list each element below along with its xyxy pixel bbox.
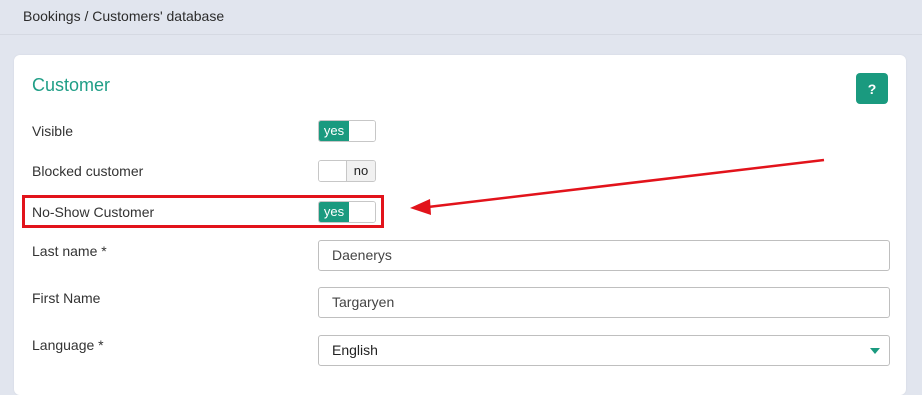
toggle-knob [349,202,375,222]
breadcrumb: Bookings / Customers' database [23,8,225,24]
visible-label: Visible [32,123,73,139]
chevron-down-icon [870,348,880,354]
language-label: Language * [32,337,104,353]
blocked-customer-toggle[interactable]: no [318,160,376,182]
no-show-customer-toggle-value: yes [319,202,349,222]
blocked-customer-toggle-value: no [346,161,375,181]
top-bar-divider [0,34,922,35]
last-name-label: Last name * [32,243,107,259]
help-button[interactable]: ? [856,73,888,104]
first-name-input[interactable]: Targaryen [318,287,890,318]
language-select[interactable]: English [318,335,890,366]
visible-toggle[interactable]: yes [318,120,376,142]
last-name-input[interactable]: Daenerys [318,240,890,271]
top-bar: Bookings / Customers' database [0,0,922,34]
blocked-customer-label: Blocked customer [32,163,144,179]
card-title: Customer [32,75,111,95]
visible-toggle-value: yes [319,121,349,141]
language-select-value: English [332,342,378,358]
toggle-knob [319,161,348,181]
no-show-customer-toggle[interactable]: yes [318,201,376,223]
no-show-customer-label: No-Show Customer [32,204,155,220]
first-name-label: First Name [32,290,101,306]
toggle-knob [349,121,375,141]
